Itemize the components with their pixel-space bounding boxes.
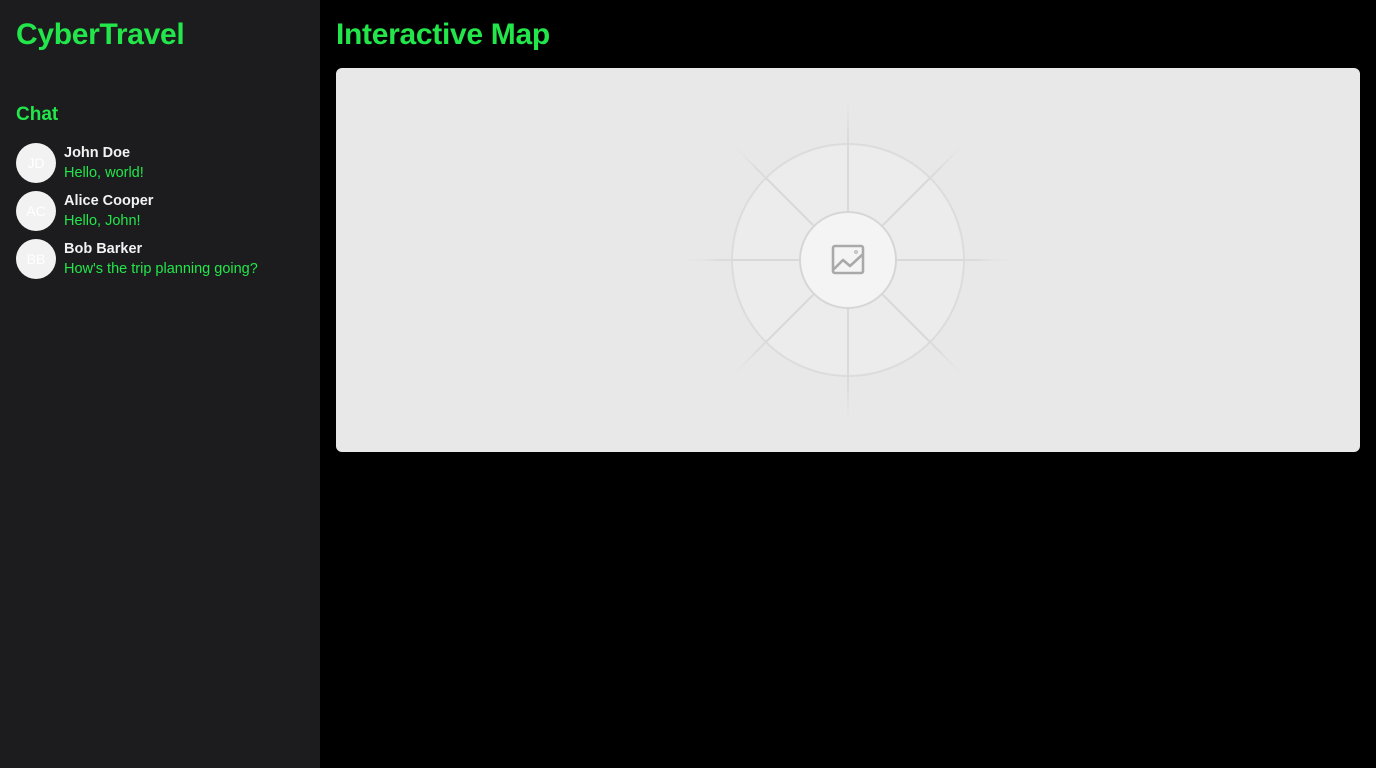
sidebar: CyberTravel Chat JD John Doe Hello, worl…: [0, 0, 320, 768]
chat-item-john-doe[interactable]: JD John Doe Hello, world!: [16, 143, 304, 183]
avatar: BB: [16, 239, 56, 279]
brand-title: CyberTravel: [16, 18, 185, 51]
app-root: CyberTravel Chat JD John Doe Hello, worl…: [0, 0, 1376, 768]
chat-text: Alice Cooper Hello, John!: [64, 191, 153, 231]
chat-text: John Doe Hello, world!: [64, 143, 144, 183]
chat-contact-name: Bob Barker: [64, 241, 143, 257]
chat-contact-name: Alice Cooper: [64, 193, 154, 209]
chat-contact-name: John Doe: [64, 145, 131, 161]
page-title: Interactive Map: [336, 18, 550, 51]
avatar: AC: [16, 191, 56, 231]
chat-heading: Chat: [16, 104, 59, 125]
chat-item-alice-cooper[interactable]: AC Alice Cooper Hello, John!: [16, 191, 304, 231]
interactive-map[interactable]: [336, 68, 1360, 452]
chat-item-bob-barker[interactable]: BB Bob Barker How's the trip planning go…: [16, 239, 304, 279]
chat-last-message: Hello, John!: [64, 213, 141, 229]
placeholder-inner-circle: [799, 211, 897, 309]
map-placeholder-graphic: [678, 90, 1018, 430]
chat-text: Bob Barker How's the trip planning going…: [64, 239, 258, 279]
avatar: JD: [16, 143, 56, 183]
chat-last-message: Hello, world!: [64, 165, 144, 181]
chat-last-message: How's the trip planning going?: [64, 261, 258, 277]
main-content: Interactive Map: [320, 0, 1376, 768]
chat-list: JD John Doe Hello, world! AC Alice Coope…: [16, 143, 304, 279]
